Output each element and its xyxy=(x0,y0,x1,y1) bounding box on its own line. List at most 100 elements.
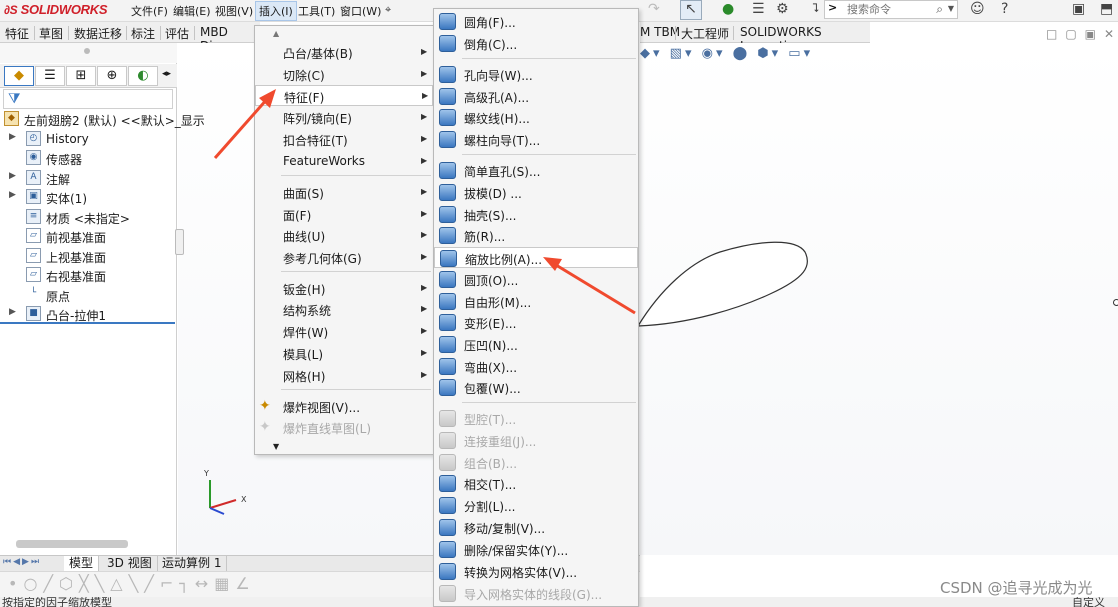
feature-tree-tab-icon[interactable]: ◆ xyxy=(4,66,34,86)
panel-horizontal-scrollbar[interactable] xyxy=(16,540,128,548)
submenu-item-simple-hole[interactable]: 简单直孔(S)... xyxy=(434,160,638,181)
status-units[interactable]: 自定义 xyxy=(1072,597,1105,607)
tab-model[interactable]: 模型 xyxy=(64,556,100,571)
dimxpert-tab-icon[interactable]: ⊕ xyxy=(97,66,127,86)
menu-tools[interactable]: 工具(T) xyxy=(298,3,335,19)
submenu-item-chamfer[interactable]: 倒角(C)... xyxy=(434,33,638,54)
rollback-bar[interactable] xyxy=(0,322,175,324)
menu-view[interactable]: 视图(V) xyxy=(215,3,253,19)
menu-scroll-up-icon[interactable]: ▲ xyxy=(273,29,279,38)
menu-item-structure-system[interactable]: 结构系统 ▶ xyxy=(255,299,433,320)
menu-file[interactable]: 文件(F) xyxy=(131,3,168,19)
menu-item-featureworks[interactable]: FeatureWorks ▶ xyxy=(255,151,433,172)
expand-icon[interactable]: ▶ xyxy=(9,307,16,317)
submenu-item-delete-keep-body[interactable]: 删除/保留实体(Y)... xyxy=(434,539,638,560)
menu-item-fastening-features[interactable]: 扣合特征(T) ▶ xyxy=(255,129,433,150)
expand-icon[interactable]: ▶ xyxy=(9,132,16,142)
submenu-item-freeform[interactable]: 自由形(M)... xyxy=(434,291,638,312)
submenu-item-advanced-hole[interactable]: 高级孔(A)... xyxy=(434,86,638,107)
submenu-item-hole-wizard[interactable]: 孔向导(W)... xyxy=(434,64,638,85)
expand-icon[interactable]: ▶ xyxy=(9,171,16,181)
menu-item-molds[interactable]: 模具(L) ▶ xyxy=(255,343,433,364)
search-input[interactable] xyxy=(847,3,935,16)
more-toolbar-icon[interactable]: ⮧ xyxy=(812,1,819,16)
tab-motion-study[interactable]: 运动算例 1 xyxy=(157,556,228,571)
tree-item-history[interactable]: ▶ ◴ History xyxy=(0,130,177,149)
submenu-item-convert-to-mesh[interactable]: 转换为网格实体(V)... xyxy=(434,561,638,582)
submenu-item-split[interactable]: 分割(L)... xyxy=(434,495,638,516)
viewport-window-controls[interactable]: □▢▣✕ xyxy=(1046,27,1118,41)
heads-up-view-toolbar[interactable]: ◆▾ ▧▾ ◉▾ ⬤ ⬢▾ ▭▾ xyxy=(640,46,813,61)
tab-features[interactable]: 特征 xyxy=(5,25,29,42)
property-manager-tab-icon[interactable]: ☰ xyxy=(35,66,65,86)
file-properties-icon[interactable]: ☰ xyxy=(752,1,765,17)
collapse-window-icon[interactable]: ⬒ xyxy=(1100,1,1113,17)
tree-item-origin[interactable]: └ 原点 xyxy=(0,286,177,305)
submenu-item-deform[interactable]: 变形(E)... xyxy=(434,312,638,333)
menu-item-boss-base[interactable]: 凸台/基体(B) ▶ xyxy=(255,42,433,63)
panel-grip[interactable] xyxy=(84,48,90,54)
configuration-tab-icon[interactable]: ⊞ xyxy=(66,66,96,86)
tree-root[interactable]: ◆ 左前翅膀2 (默认) <<默认>_显示 xyxy=(0,110,205,129)
tab-big-engineer[interactable]: 大工程师 xyxy=(681,25,729,42)
menu-insert[interactable]: 插入(I) xyxy=(255,1,297,21)
menu-item-sheet-metal[interactable]: 钣金(H) ▶ xyxy=(255,278,433,299)
submenu-item-wrap[interactable]: 包覆(W)... xyxy=(434,377,638,398)
tree-filter[interactable]: ⧩ xyxy=(3,89,173,109)
restore-window-icon[interactable]: ▣ xyxy=(1072,1,1085,17)
chevron-down-icon[interactable]: ▼ xyxy=(948,4,954,13)
submenu-item-fillet[interactable]: 圆角(F)... xyxy=(434,11,638,32)
tab-navigation-arrows-icon[interactable]: ⏮◀▶⏭ xyxy=(3,557,41,567)
redo-icon[interactable]: ↷ xyxy=(648,1,660,17)
menu-item-exploded-view[interactable]: ✦ 爆炸视图(V)... xyxy=(255,396,433,417)
tab-3d-view[interactable]: 3D 视图 xyxy=(102,556,158,571)
submenu-item-indent[interactable]: 压凹(N)... xyxy=(434,334,638,355)
expand-icon[interactable]: ▶ xyxy=(9,190,16,200)
menu-item-cut[interactable]: 切除(C) ▶ xyxy=(255,64,433,85)
menu-item-surface[interactable]: 曲面(S) ▶ xyxy=(255,182,433,203)
menu-edit[interactable]: 编辑(E) xyxy=(173,3,211,19)
submenu-item-shell[interactable]: 抽壳(S)... xyxy=(434,204,638,225)
tree-item-solid-bodies[interactable]: ▶ ▣ 实体(1) xyxy=(0,188,177,207)
submenu-item-move-copy[interactable]: 移动/复制(V)... xyxy=(434,517,638,538)
menu-item-curve[interactable]: 曲线(U) ▶ xyxy=(255,225,433,246)
menu-item-weldments[interactable]: 焊件(W) ▶ xyxy=(255,321,433,342)
help-icon[interactable]: ? xyxy=(1001,1,1008,17)
pin-icon[interactable]: ⌖ xyxy=(385,3,391,17)
tree-item-top-plane[interactable]: ▱ 上视基准面 xyxy=(0,247,177,266)
tab-data-migration[interactable]: 数据迁移 xyxy=(74,25,122,42)
menu-item-reference-geometry[interactable]: 参考几何体(G) ▶ xyxy=(255,247,433,268)
menu-item-face[interactable]: 面(F) ▶ xyxy=(255,204,433,225)
menu-item-pattern-mirror[interactable]: 阵列/镜向(E) ▶ xyxy=(255,107,433,128)
command-search-box[interactable]: > ⌕ ▼ xyxy=(824,0,958,19)
tree-item-right-plane[interactable]: ▱ 右视基准面 xyxy=(0,266,177,285)
submenu-item-draft[interactable]: 拔模(D) ... xyxy=(434,182,638,203)
menu-window[interactable]: 窗口(W) xyxy=(340,3,381,19)
submenu-item-dome[interactable]: 圆顶(O)... xyxy=(434,269,638,290)
traffic-light-icon[interactable]: ● xyxy=(722,1,734,17)
menu-scroll-down-icon[interactable]: ▼ xyxy=(273,442,279,451)
panel-splitter-handle[interactable] xyxy=(175,229,184,255)
options-gear-icon[interactable]: ⚙ xyxy=(776,1,789,17)
tree-item-annotations[interactable]: ▶ A 注解 xyxy=(0,169,177,188)
submenu-item-stud-wizard[interactable]: 螺柱向导(T)... xyxy=(434,129,638,150)
submenu-item-rib[interactable]: 筋(R)... xyxy=(434,225,638,246)
account-icon[interactable]: ☺ xyxy=(970,1,985,17)
search-icon[interactable]: ⌕ xyxy=(936,2,943,17)
tab-annotation[interactable]: 标注 xyxy=(131,25,155,42)
submenu-item-scale[interactable]: 缩放比例(A)... xyxy=(434,247,638,268)
viewport-edge-handle[interactable] xyxy=(1113,299,1118,306)
submenu-item-flex[interactable]: 弯曲(X)... xyxy=(434,356,638,377)
tab-evaluate[interactable]: 评估 xyxy=(165,25,189,42)
submenu-item-thread[interactable]: 螺纹线(H)... xyxy=(434,107,638,128)
display-manager-tab-icon[interactable]: ◐ xyxy=(128,66,158,86)
tree-item-sensors[interactable]: ◉ 传感器 xyxy=(0,149,177,168)
tree-item-front-plane[interactable]: ▱ 前视基准面 xyxy=(0,227,177,246)
select-pointer-icon[interactable]: ↖ xyxy=(680,0,702,20)
tab-sketch[interactable]: 草图 xyxy=(39,25,63,42)
tree-item-material[interactable]: ≡ 材质 <未指定> xyxy=(0,208,177,227)
menu-item-mesh[interactable]: 网格(H) ▶ xyxy=(255,365,433,386)
menu-item-features[interactable]: 特征(F) ▶ xyxy=(255,85,433,106)
tab-scroll-arrows-icon[interactable]: ◂▸ xyxy=(162,69,171,79)
submenu-item-intersect[interactable]: 相交(T)... xyxy=(434,473,638,494)
